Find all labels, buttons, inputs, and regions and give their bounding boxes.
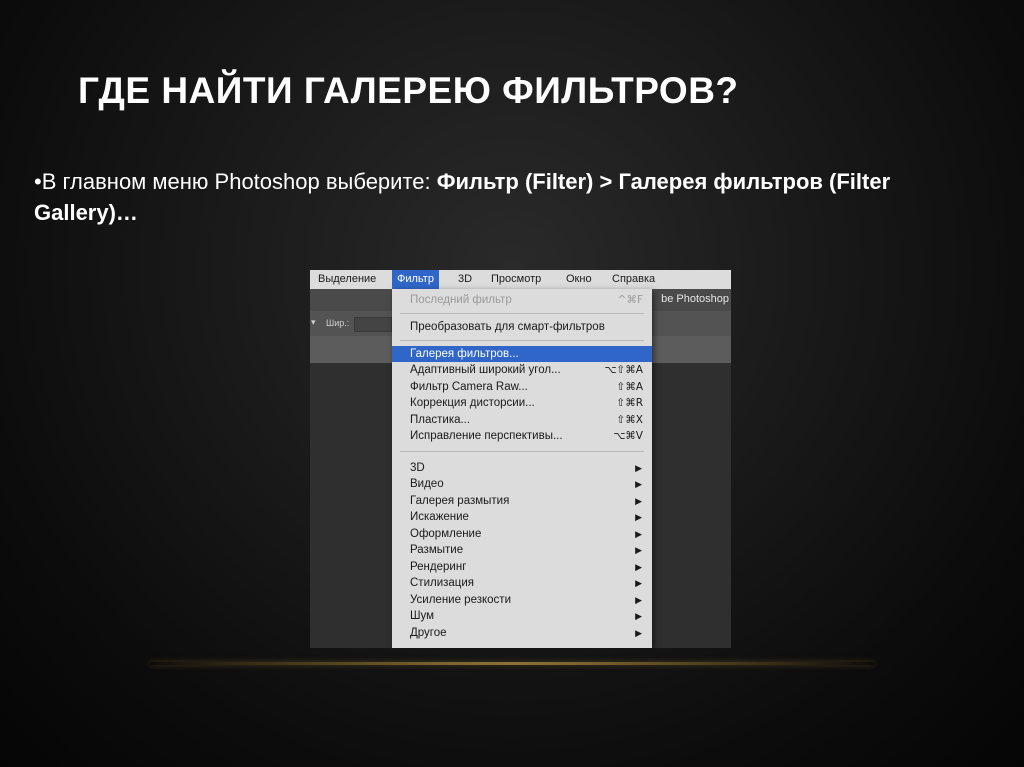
photoshop-screenshot: Выделение Фильтр 3D Просмотр Окно Справк… bbox=[310, 270, 731, 648]
menu-item-label: Галерея фильтров... bbox=[410, 348, 519, 360]
menu-item-distort[interactable]: Искажение ▶ bbox=[392, 509, 652, 525]
menu-help[interactable]: Справка bbox=[612, 273, 655, 285]
menu-item-vanishing-point[interactable]: Исправление перспективы... ⌥⌘V bbox=[392, 428, 652, 444]
submenu-arrow-icon: ▶ bbox=[635, 463, 642, 473]
submenu-arrow-icon: ▶ bbox=[635, 595, 642, 605]
submenu-arrow-icon: ▶ bbox=[635, 545, 642, 555]
submenu-arrow-icon: ▶ bbox=[635, 529, 642, 539]
menu-item-lens-correction[interactable]: Коррекция дисторсии... ⇧⌘R bbox=[392, 395, 652, 411]
submenu-arrow-icon: ▶ bbox=[635, 562, 642, 572]
menu-item-3d[interactable]: 3D ▶ bbox=[392, 460, 652, 476]
menu-item-label: Искажение bbox=[410, 511, 469, 523]
menu-item-shortcut: ⇧⌘A bbox=[616, 381, 643, 393]
menu-item-filter-gallery[interactable]: Галерея фильтров... bbox=[392, 346, 652, 362]
menu-item-other[interactable]: Другое ▶ bbox=[392, 625, 652, 641]
menu-item-label: Адаптивный широкий угол... bbox=[410, 364, 561, 376]
decorative-divider bbox=[150, 662, 874, 665]
menu-item-label: Последний фильтр bbox=[410, 294, 512, 306]
menu-filter[interactable]: Фильтр bbox=[392, 270, 439, 289]
menu-item-adaptive-wide-angle[interactable]: Адаптивный широкий угол... ⌥⇧⌘A bbox=[392, 362, 652, 378]
menu-item-label: Фильтр Camera Raw... bbox=[410, 381, 528, 393]
menu-item-label: Пластика... bbox=[410, 414, 471, 426]
menu-selection[interactable]: Выделение bbox=[318, 273, 376, 285]
menu-item-label: Усиление резкости bbox=[410, 594, 511, 606]
photoshop-menubar: Выделение Фильтр 3D Просмотр Окно Справк… bbox=[310, 270, 731, 289]
menu-item-label: Видео bbox=[410, 478, 444, 490]
instruction-bullet: •В главном меню Photoshop выберите: Филь… bbox=[34, 166, 994, 228]
menu-item-stylize[interactable]: Стилизация ▶ bbox=[392, 575, 652, 591]
menu-window[interactable]: Окно bbox=[566, 273, 592, 285]
menu-item-last-filter[interactable]: Последний фильтр ^⌘F bbox=[392, 292, 652, 308]
menu-3d[interactable]: 3D bbox=[458, 273, 472, 285]
menu-separator bbox=[400, 340, 644, 341]
menu-separator bbox=[400, 313, 644, 314]
menu-item-label: Оформление bbox=[410, 528, 482, 540]
width-input[interactable] bbox=[354, 317, 392, 332]
menu-item-camera-raw[interactable]: Фильтр Camera Raw... ⇧⌘A bbox=[392, 379, 652, 395]
menu-item-shortcut: ⇧⌘R bbox=[616, 397, 643, 409]
submenu-arrow-icon: ▶ bbox=[635, 628, 642, 638]
submenu-arrow-icon: ▶ bbox=[635, 512, 642, 522]
filter-menu-dropdown: Последний фильтр ^⌘F Преобразовать для с… bbox=[392, 289, 652, 648]
menu-item-render-style[interactable]: Оформление ▶ bbox=[392, 526, 652, 542]
menu-item-noise[interactable]: Шум ▶ bbox=[392, 608, 652, 624]
menu-view[interactable]: Просмотр bbox=[491, 273, 541, 285]
menu-item-render[interactable]: Рендеринг ▶ bbox=[392, 559, 652, 575]
instruction-text: •В главном меню Photoshop выберите: bbox=[34, 169, 437, 194]
menu-separator bbox=[400, 451, 644, 452]
menu-item-label: Исправление перспективы... bbox=[410, 430, 563, 442]
menu-item-label: Другое bbox=[410, 627, 447, 639]
submenu-arrow-icon: ▶ bbox=[635, 479, 642, 489]
menu-item-video[interactable]: Видео ▶ bbox=[392, 476, 652, 492]
menu-item-label: Рендеринг bbox=[410, 561, 467, 573]
menu-item-blur[interactable]: Размытие ▶ bbox=[392, 542, 652, 558]
window-title: be Photoshop bbox=[661, 293, 729, 305]
menu-item-label: Шум bbox=[410, 610, 435, 622]
menu-item-label: Размытие bbox=[410, 544, 464, 556]
menu-item-sharpen[interactable]: Усиление резкости ▶ bbox=[392, 592, 652, 608]
slide-title: ГДЕ НАЙТИ ГАЛЕРЕЮ ФИЛЬТРОВ? bbox=[78, 70, 739, 111]
menu-item-convert-smart-filters[interactable]: Преобразовать для смарт-фильтров bbox=[392, 319, 652, 335]
menu-item-liquify[interactable]: Пластика... ⇧⌘X bbox=[392, 412, 652, 428]
menu-item-shortcut: ⌥⌘V bbox=[613, 430, 643, 442]
submenu-arrow-icon: ▶ bbox=[635, 496, 642, 506]
chevron-down-icon[interactable]: ▾ bbox=[311, 317, 316, 328]
menu-item-shortcut: ^⌘F bbox=[617, 294, 643, 306]
menu-item-label: 3D bbox=[410, 462, 425, 474]
submenu-arrow-icon: ▶ bbox=[635, 578, 642, 588]
menu-item-label: Галерея размытия bbox=[410, 495, 510, 507]
menu-item-shortcut: ⇧⌘X bbox=[616, 414, 644, 426]
menu-item-blur-gallery[interactable]: Галерея размытия ▶ bbox=[392, 493, 652, 509]
menu-item-label: Преобразовать для смарт-фильтров bbox=[410, 321, 605, 333]
menu-item-label: Коррекция дисторсии... bbox=[410, 397, 535, 409]
menu-item-label: Стилизация bbox=[410, 577, 475, 589]
width-label: Шир.: bbox=[326, 318, 350, 328]
submenu-arrow-icon: ▶ bbox=[635, 611, 642, 621]
menu-item-shortcut: ⌥⇧⌘A bbox=[604, 364, 643, 376]
